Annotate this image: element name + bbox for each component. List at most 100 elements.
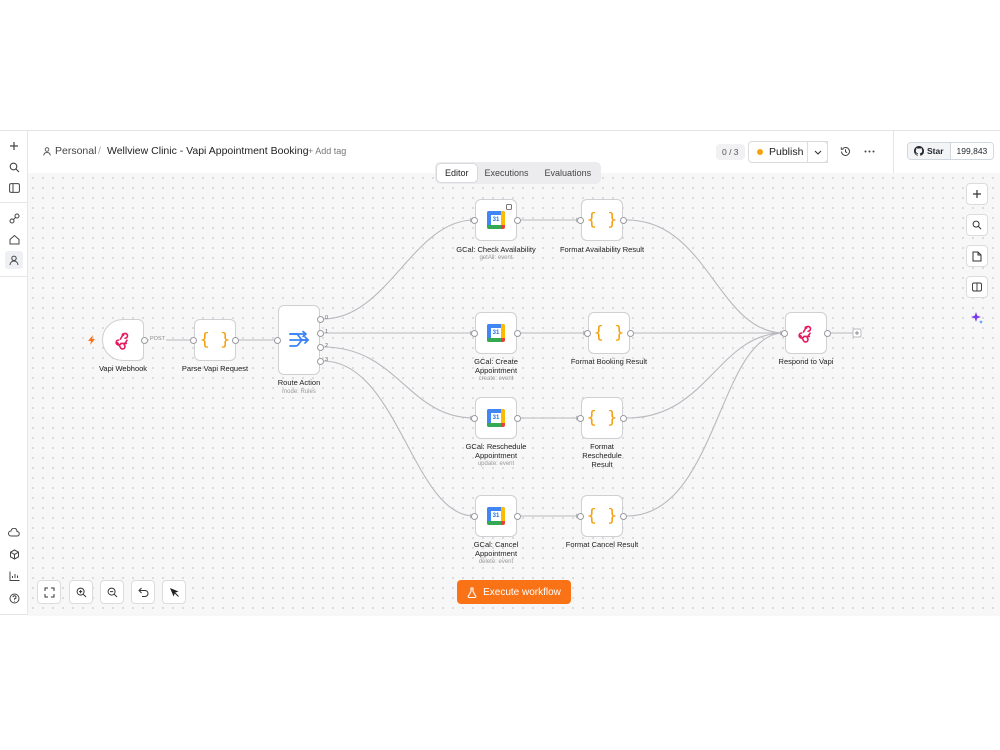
package-icon[interactable] [5,545,23,563]
node-format-cancel-result[interactable]: { } [581,495,623,537]
flask-icon [467,586,477,598]
insights-chart-icon[interactable] [5,567,23,585]
selection-mode-button[interactable] [162,580,186,604]
node-format-reschedule-result[interactable]: { } [581,397,623,439]
input-port[interactable] [577,512,584,520]
plus-icon[interactable] [5,137,23,155]
input-port[interactable] [471,216,478,224]
route-output-label: 0 [325,315,329,321]
output-port[interactable] [620,216,627,224]
route-output-label: 2 [325,343,329,349]
execute-workflow-label: Execute workflow [483,586,561,598]
node-label: GCal: Cancel Appointment [473,540,519,558]
output-port[interactable] [514,216,521,224]
output-port[interactable] [514,512,521,520]
input-port[interactable] [471,329,478,337]
left-sidebar [0,131,28,614]
publish-dropdown-button[interactable] [807,141,828,163]
output-port[interactable] [141,336,148,344]
node-gcal-cancel-appointment[interactable]: 31 [475,495,517,537]
output-port-2[interactable] [317,343,324,351]
breadcrumb[interactable]: Personal [43,145,96,157]
undo-icon [137,587,148,597]
user-icon[interactable] [5,251,23,269]
node-route-action[interactable] [278,305,320,375]
input-port[interactable] [471,512,478,520]
home-icon[interactable] [5,230,23,248]
node-label: Respond to Vapi [778,357,834,366]
publish-label: Publish [769,146,804,158]
node-gcal-check-availability[interactable]: 31 [475,199,517,241]
node-label: GCal: Check Availability [456,245,536,254]
zoom-to-fit-button[interactable] [37,580,61,604]
output-port[interactable] [824,329,831,337]
code-braces-icon: { } [586,408,618,428]
node-sublabel: getAll: event [479,255,513,261]
cloud-icon[interactable] [5,523,23,541]
sparkle-nodes-icon[interactable] [5,209,23,227]
panel-toggle-icon[interactable] [5,179,23,197]
output-port[interactable] [232,336,239,344]
input-port[interactable] [577,216,584,224]
node-sublabel: create: event [478,376,514,382]
node-respond-to-vapi[interactable] [785,312,827,354]
node-format-availability-result[interactable]: { } [581,199,623,241]
node-status-icon [506,204,512,210]
output-port-3[interactable] [317,357,324,365]
output-port[interactable] [514,414,521,422]
node-label: Format Cancel Result [565,540,639,549]
breadcrumb-workspace[interactable]: Personal [55,145,96,157]
output-port[interactable] [514,329,521,337]
edge-reschedule-respond [626,332,785,419]
tab-editor[interactable]: Editor [437,164,477,182]
history-icon [840,146,850,156]
node-parse-vapi-request[interactable]: { } [194,319,236,361]
node-sublabel: mode: Rules [282,389,316,395]
zoom-out-button[interactable] [100,580,124,604]
output-port-0[interactable] [317,315,324,323]
workflow-canvas[interactable]: Editor Executions Evaluations POST Vapi … [28,162,1000,616]
execute-workflow-button[interactable]: Execute workflow [457,580,571,604]
output-port[interactable] [627,329,634,337]
zoom-in-icon [76,587,86,597]
node-sublabel: delete: event [478,559,514,565]
tab-executions[interactable]: Executions [477,164,537,182]
add-node-button[interactable] [966,183,988,205]
node-gcal-reschedule-appointment[interactable]: 31 [475,397,517,439]
undo-button[interactable] [131,580,155,604]
workflow-title[interactable]: Wellview Clinic - Vapi Appointment Booki… [107,145,309,157]
help-icon[interactable] [5,589,23,607]
route-output-label: 1 [325,329,329,335]
sticky-note-button[interactable] [966,245,988,267]
output-port[interactable] [620,512,627,520]
input-port[interactable] [584,329,591,337]
add-tag-button[interactable]: + Add tag [308,146,346,156]
github-icon [914,146,924,156]
switch-icon [289,330,309,347]
zoom-in-button[interactable] [69,580,93,604]
node-label: GCal: Create Appointment [474,357,518,375]
node-gcal-create-appointment[interactable]: 31 [475,312,517,354]
node-format-booking-result[interactable]: { } [588,312,630,354]
code-braces-icon: { } [586,506,618,526]
settings-gear-icon[interactable] [5,610,23,614]
input-port[interactable] [274,336,281,344]
input-port[interactable] [781,329,788,337]
history-button[interactable] [837,143,853,159]
output-port[interactable] [620,414,627,422]
ai-assistant-button[interactable] [966,307,988,329]
panel-layout-button[interactable] [966,276,988,298]
output-port-1[interactable] [317,329,324,337]
search-icon[interactable] [5,158,23,176]
tab-evaluations[interactable]: Evaluations [537,164,600,182]
input-port[interactable] [471,414,478,422]
more-options-button[interactable] [861,143,877,159]
search-icon [972,220,982,230]
input-port[interactable] [190,336,197,344]
header-right-panel: Star 199,843 [893,131,1000,173]
input-port[interactable] [577,414,584,422]
github-star-button[interactable]: Star 199,843 [907,142,995,160]
node-label: Format Availability Result [559,245,645,254]
node-vapi-webhook[interactable] [102,319,144,361]
search-nodes-button[interactable] [966,214,988,236]
